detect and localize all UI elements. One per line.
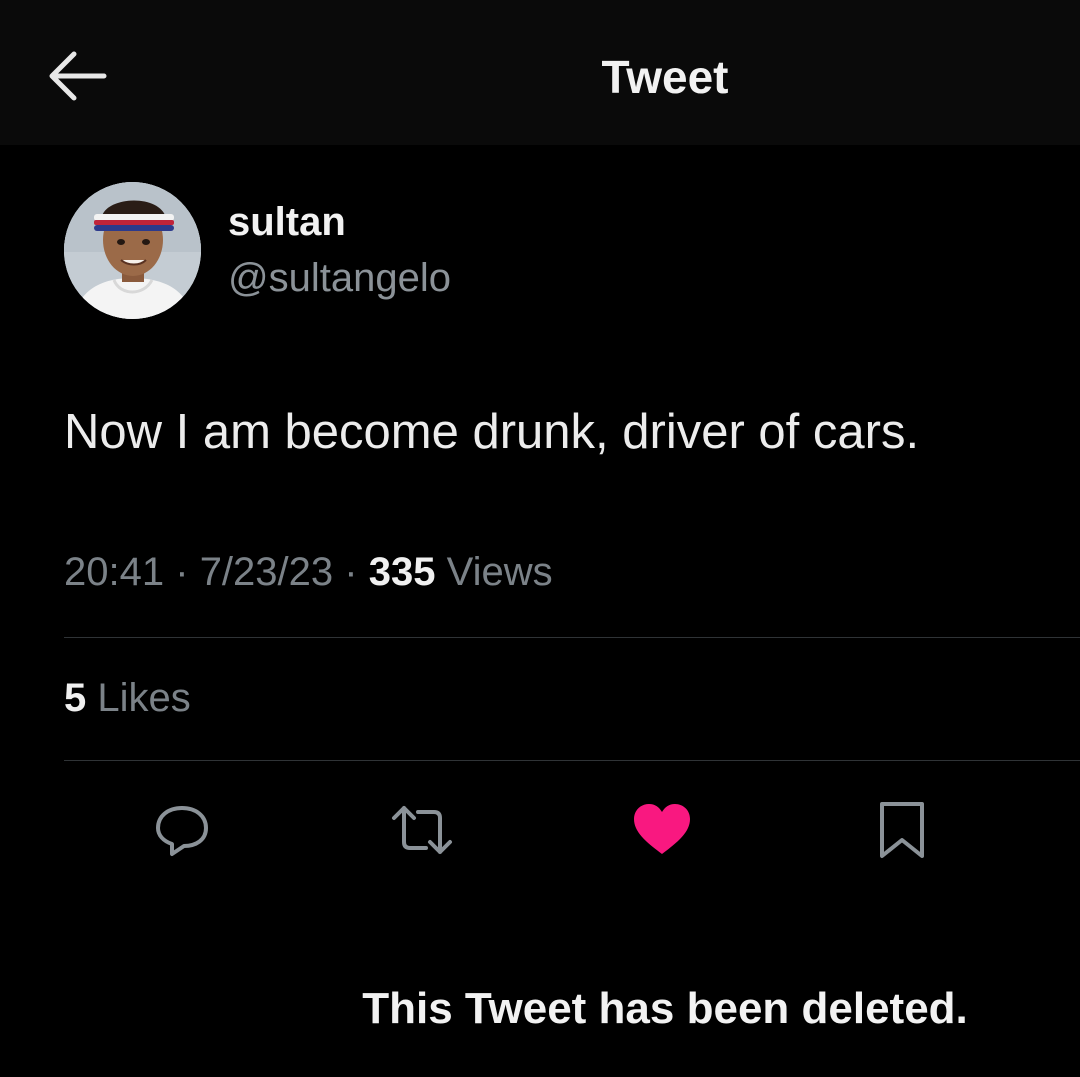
like-button[interactable] bbox=[630, 798, 694, 862]
heart-icon bbox=[634, 804, 690, 854]
views-count: 335 bbox=[368, 550, 436, 594]
reply-button[interactable] bbox=[150, 798, 214, 862]
tweet-metadata: 20:41 · 7/23/23 · 335 Views bbox=[64, 550, 553, 595]
views-label: Views bbox=[446, 550, 553, 594]
tweet-date: 7/23/23 bbox=[199, 550, 334, 594]
author-display-name[interactable]: sultan bbox=[228, 200, 346, 245]
likes-stat[interactable]: 5 Likes bbox=[64, 676, 191, 721]
retweet-button[interactable] bbox=[390, 798, 454, 862]
reply-icon bbox=[156, 806, 208, 856]
meta-separator: · bbox=[175, 550, 189, 594]
arrow-left-icon bbox=[49, 51, 107, 101]
page-title: Tweet bbox=[0, 50, 1080, 104]
author-handle[interactable]: @sultangelo bbox=[228, 256, 451, 301]
divider bbox=[64, 637, 1080, 638]
bookmark-button[interactable] bbox=[870, 798, 934, 862]
divider bbox=[64, 760, 1080, 761]
page-title-text: Tweet bbox=[601, 51, 729, 103]
retweet-icon bbox=[392, 806, 452, 854]
bookmark-icon bbox=[880, 802, 924, 858]
deleted-tweet-notice: This Tweet has been deleted. bbox=[362, 984, 968, 1033]
likes-count: 5 bbox=[64, 676, 87, 720]
avatar[interactable] bbox=[64, 182, 201, 319]
tweet-time: 20:41 bbox=[64, 550, 165, 594]
likes-label: Likes bbox=[97, 676, 191, 720]
tweet-text: Now I am become drunk, driver of cars. bbox=[64, 405, 920, 459]
meta-separator: · bbox=[344, 550, 358, 594]
top-app-bar: Tweet bbox=[0, 0, 1080, 145]
back-button[interactable] bbox=[46, 48, 108, 104]
profile-photo bbox=[64, 182, 201, 319]
